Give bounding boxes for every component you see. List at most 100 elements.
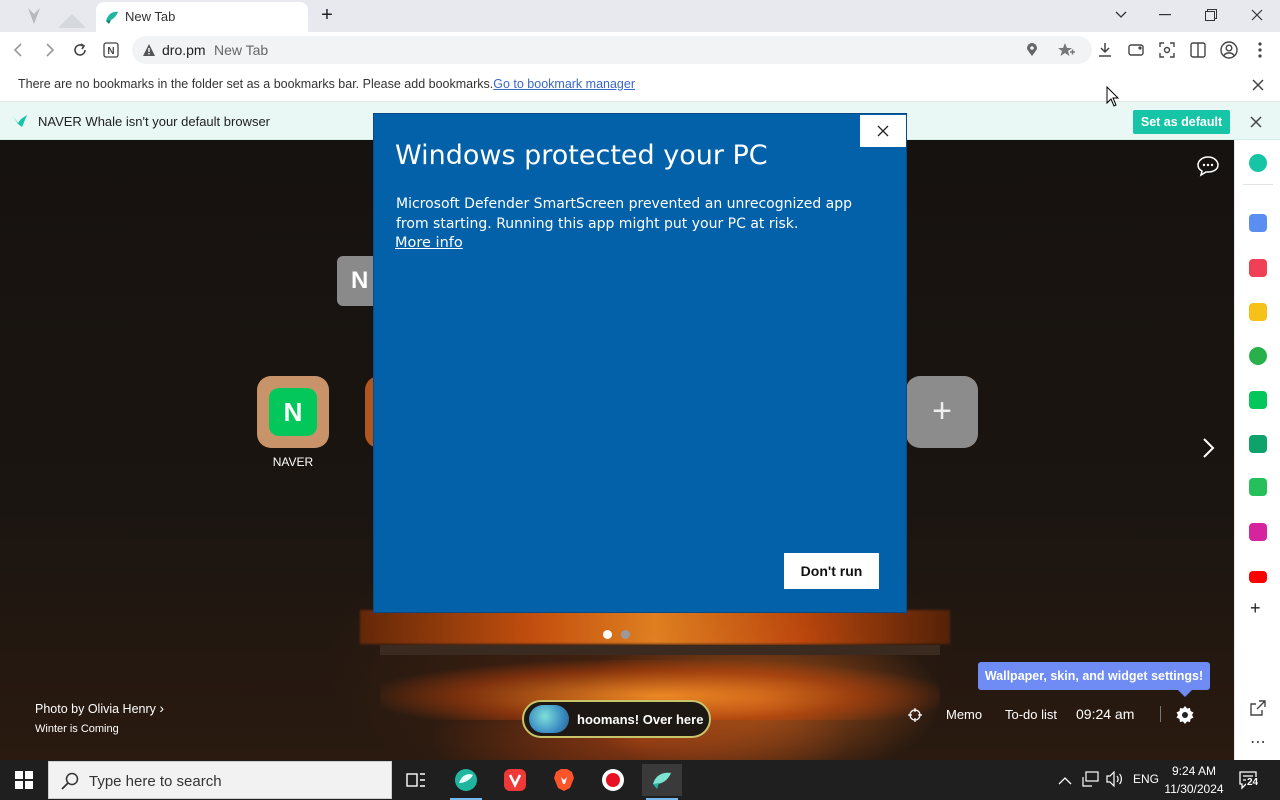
bookmarks-bar: There are no bookmarks in the folder set… [0,68,1280,102]
title-bar: New Tab + [0,0,1280,32]
bookmark-manager-link[interactable]: Go to bookmark manager [493,77,635,91]
set-as-default-button[interactable]: Set as default [1133,110,1230,134]
more-dots-icon[interactable]: ⋯ [1250,732,1267,752]
cast-icon[interactable] [1126,40,1146,60]
tab-title: New Tab [125,9,176,24]
task-view-icon[interactable] [396,764,436,796]
dont-run-button[interactable]: Don't run [784,553,879,589]
taskbar-search-box[interactable]: Type here to search [48,761,392,799]
favorites-star-icon[interactable] [1249,303,1267,321]
notification-count: 24 [1246,777,1260,788]
instagram-icon[interactable] [1249,523,1267,541]
search-icon [61,772,79,795]
sidebar-divider [1243,184,1273,185]
bookmark-star-icon[interactable] [1058,42,1076,63]
external-link-icon[interactable] [1250,700,1266,721]
todo-list-button[interactable]: To-do list [1005,707,1057,722]
forward-button[interactable] [40,40,60,60]
input-language[interactable]: ENG [1133,772,1159,786]
naver-logo[interactable]: N [337,256,377,306]
location-pin-icon[interactable] [1026,43,1038,62]
widget-divider [1160,706,1161,722]
taskbar-vivaldi-icon[interactable] [495,764,535,796]
chat-bubble-icon[interactable] [1196,154,1220,178]
split-view-icon[interactable] [1188,40,1208,60]
tray-chevron-up-icon[interactable] [1058,772,1072,790]
right-sidebar: + ⋯ [1234,140,1280,760]
taskbar-whale-active-icon[interactable] [642,764,682,800]
windows-start-icon[interactable] [15,771,33,789]
photo-credit[interactable]: Photo by Olivia Henry › [35,700,164,716]
naver-webtoon-icon[interactable] [1249,478,1267,496]
whale-logo-icon [12,114,28,133]
stocks-chart-icon[interactable] [1249,435,1267,453]
taskbar-whale-icon[interactable] [446,764,486,800]
naver-blog-icon[interactable] [1249,391,1267,409]
clock-widget: 09:24 am [1076,706,1135,722]
calendar-icon[interactable] [1249,214,1267,232]
reload-button[interactable] [70,40,90,60]
translate-icon[interactable] [1249,347,1267,365]
whale-sidebar-logo [0,0,92,32]
taskbar-clock-date[interactable]: 11/30/2024 [1160,782,1228,796]
whale-sidebar-icon[interactable] [1249,154,1267,172]
taskbar-brave-icon[interactable] [544,764,584,796]
pocket-icon[interactable] [1249,259,1267,277]
youtube-icon[interactable] [1249,571,1267,583]
svg-text:N: N [107,46,114,57]
network-icon[interactable] [1082,771,1100,792]
naver-home-icon[interactable]: N [101,40,121,60]
page-dot-active[interactable] [603,630,612,639]
toolbar: N dro.pm New Tab [0,32,1280,68]
close-window-button[interactable] [1234,0,1280,30]
back-button[interactable] [8,40,28,60]
tab-new-tab[interactable]: New Tab [96,2,308,32]
download-icon[interactable] [1095,40,1115,60]
dialog-title: Windows protected your PC [395,140,768,171]
address-page-title: New Tab [214,42,269,58]
address-host: dro.pm [162,42,206,58]
hoomans-widget[interactable]: hoomans! Over here [522,700,711,738]
fireplace-grate [380,645,940,655]
capture-icon[interactable] [1157,40,1177,60]
profile-icon[interactable] [1219,40,1239,60]
notifications-icon[interactable]: 24 [1238,770,1262,792]
new-tab-button[interactable]: + [316,4,338,26]
taskbar: Type here to search ENG 9:24 AM 11/30/20… [0,760,1280,800]
page-dot[interactable] [621,630,630,639]
bookmarks-message-text: There are no bookmarks in the folder set… [18,77,494,91]
more-info-link[interactable]: More info [395,235,463,251]
tab-search-button[interactable] [1098,0,1144,30]
dialog-close-button[interactable] [860,115,906,147]
photo-credit-text: Photo by Olivia Henry [35,702,156,716]
add-shortcut-button[interactable]: + [906,376,978,448]
warning-icon[interactable] [142,43,156,62]
next-page-arrow-icon[interactable] [1198,436,1218,460]
shortcut-naver[interactable]: N [257,376,329,448]
naver-icon: N [269,388,317,436]
smartscreen-dialog: Windows protected your PC Microsoft Defe… [373,113,907,613]
fireplace-glow [360,610,950,644]
add-sidebar-app-icon[interactable]: + [1250,598,1261,619]
close-bookmarks-bar-button[interactable] [1252,78,1264,96]
settings-tooltip: Wallpaper, skin, and widget settings! [978,662,1210,690]
close-infobar-button[interactable] [1250,115,1262,133]
minimize-button[interactable] [1142,0,1188,30]
restore-button[interactable] [1188,0,1234,30]
shortcut-label: NAVER [272,455,314,469]
menu-kebab-icon[interactable] [1250,40,1270,60]
tooltip-tail [1178,690,1192,697]
settings-gear-icon[interactable] [1175,705,1195,725]
volume-icon[interactable] [1106,770,1124,792]
infobar-message: NAVER Whale isn't your default browser [38,114,271,129]
crosshair-icon[interactable] [908,708,922,727]
memo-button[interactable]: Memo [946,707,982,722]
taskbar-record-icon[interactable] [593,764,633,796]
earth-avatar [529,705,569,733]
address-bar[interactable]: dro.pm New Tab [132,36,1092,64]
photo-subtitle: Winter is Coming [35,723,119,735]
whale-favicon-icon [104,9,120,25]
mouse-cursor-icon [1106,85,1120,108]
dialog-body: Microsoft Defender SmartScreen prevented… [396,196,853,232]
taskbar-clock-time[interactable]: 9:24 AM [1160,764,1228,778]
